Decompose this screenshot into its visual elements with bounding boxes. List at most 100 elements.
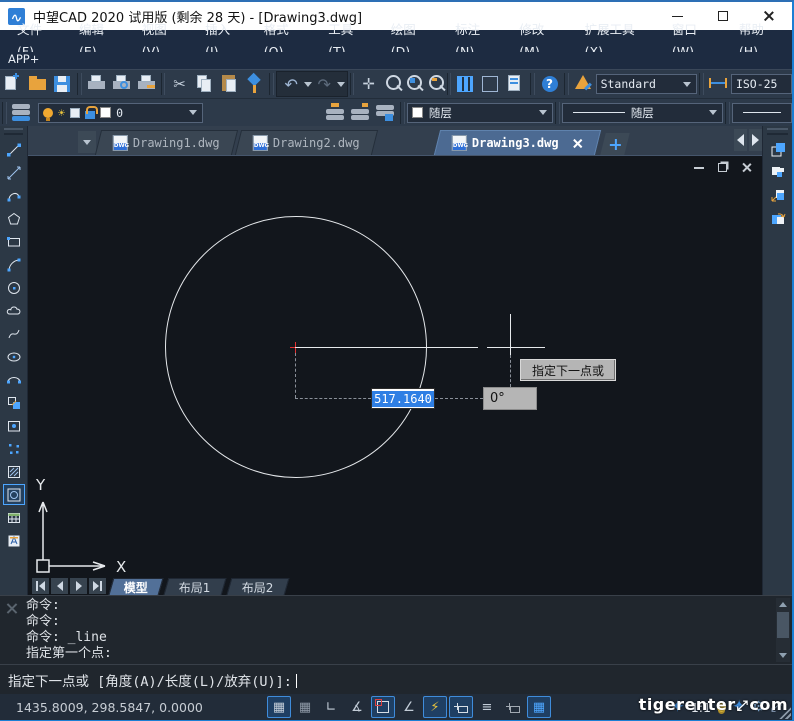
zoom-realtime-icon[interactable] xyxy=(381,72,402,96)
scroll-down-icon[interactable] xyxy=(776,649,790,662)
publish-icon[interactable] xyxy=(134,72,159,96)
object-tracking-toggle[interactable] xyxy=(397,696,421,718)
toolbar-grip[interactable] xyxy=(767,128,788,135)
layer-states-manager-icon[interactable] xyxy=(348,101,373,125)
format-painter-icon[interactable] xyxy=(242,72,267,96)
layer-manager-icon[interactable] xyxy=(478,72,503,96)
undo-icon[interactable] xyxy=(279,72,304,96)
fullscreen-icon[interactable] xyxy=(771,699,782,715)
layer-on-icon[interactable] xyxy=(43,108,53,118)
layer-plot-icon[interactable] xyxy=(70,108,80,118)
layer-states-icon[interactable] xyxy=(503,72,528,96)
new-tab-button[interactable] xyxy=(600,133,629,155)
color-combo[interactable]: 随层 xyxy=(407,103,553,123)
ellipse-icon[interactable] xyxy=(3,346,25,367)
zoom-window-icon[interactable] xyxy=(402,72,423,96)
help-icon[interactable] xyxy=(537,72,562,96)
tab-model[interactable]: 模型 xyxy=(109,578,164,595)
layer-previous-icon[interactable] xyxy=(323,101,348,125)
tab-drawing3-active[interactable]: DWG Drawing3.dwg xyxy=(434,130,601,155)
tab-drawing2[interactable]: DWG Drawing2.dwg xyxy=(235,130,378,155)
ortho-toggle[interactable] xyxy=(319,696,343,718)
polygon-icon[interactable] xyxy=(3,208,25,229)
scrollbar-thumb[interactable] xyxy=(777,612,789,638)
polar-tracking-toggle[interactable] xyxy=(345,696,369,718)
mdi-minimize-icon[interactable] xyxy=(694,167,704,169)
open-folder-icon[interactable] xyxy=(25,72,50,96)
navigation-icon[interactable] xyxy=(671,697,685,717)
command-history[interactable]: 命令: 命令: 命令: _line 指定第一个点: xyxy=(26,598,766,662)
scroll-up-icon[interactable] xyxy=(776,598,790,611)
drawing-canvas[interactable]: 指定下一点或 517.1640 0° Y X xyxy=(28,155,764,595)
command-close-icon[interactable] xyxy=(5,601,19,615)
tab-close-icon[interactable] xyxy=(572,138,583,149)
navigation-icon-2[interactable] xyxy=(732,697,746,717)
command-prompt[interactable]: 指定下一点或 [角度(A)/长度(L)/放弃(U)]: xyxy=(8,670,297,690)
mtext-icon[interactable] xyxy=(3,530,25,551)
layout-last-button[interactable] xyxy=(89,578,106,594)
zoom-previous-icon[interactable] xyxy=(424,72,445,96)
command-scrollbar[interactable] xyxy=(776,598,790,662)
layer-freeze-icon[interactable] xyxy=(58,106,65,120)
rectangle-icon[interactable] xyxy=(3,231,25,252)
tab-drawing1[interactable]: DWG Drawing1.dwg xyxy=(95,130,238,155)
linetype-combo[interactable]: 随层 xyxy=(562,103,723,123)
copy-icon[interactable] xyxy=(192,72,217,96)
dynamic-input-toggle[interactable] xyxy=(449,696,473,718)
isolate-bulb-icon[interactable] xyxy=(717,703,726,712)
revision-cloud-icon[interactable] xyxy=(3,300,25,321)
circle-icon[interactable] xyxy=(3,277,25,298)
toolbar-grip[interactable] xyxy=(4,128,23,135)
copy-tool-icon[interactable] xyxy=(767,139,789,160)
point-icon[interactable] xyxy=(3,438,25,459)
mdi-close-icon[interactable] xyxy=(741,162,752,173)
tab-overflow-button[interactable] xyxy=(78,131,96,153)
layer-properties-manager-icon[interactable] xyxy=(9,101,34,125)
pan-icon[interactable] xyxy=(356,72,381,96)
grid-toggle[interactable] xyxy=(267,696,291,718)
workspace-toggle[interactable] xyxy=(527,696,551,718)
table-icon[interactable] xyxy=(3,507,25,528)
tab-scroll-right-button[interactable] xyxy=(749,129,762,151)
mdi-restore-icon[interactable] xyxy=(718,163,727,172)
lineweight-toggle[interactable] xyxy=(475,696,499,718)
plot-preview-icon[interactable] xyxy=(109,72,134,96)
layout-first-button[interactable] xyxy=(32,578,49,594)
object-snap-toggle[interactable] xyxy=(371,696,395,718)
spline-icon[interactable] xyxy=(3,323,25,344)
offset-tool-icon[interactable] xyxy=(767,185,789,206)
text-style-icon[interactable] xyxy=(571,72,596,96)
paste-block-icon[interactable] xyxy=(767,162,789,183)
redo-dropdown-icon[interactable] xyxy=(337,82,345,87)
tab-layout1[interactable]: 布局1 xyxy=(164,578,227,595)
save-icon[interactable] xyxy=(50,72,75,96)
paste-icon[interactable] xyxy=(217,72,242,96)
construction-line-icon[interactable] xyxy=(3,162,25,183)
layer-lock-icon[interactable] xyxy=(85,111,95,119)
cut-icon[interactable] xyxy=(167,72,192,96)
insert-block-icon[interactable] xyxy=(3,392,25,413)
layer-combo[interactable]: 0 xyxy=(38,103,203,123)
hatch-icon[interactable] xyxy=(3,461,25,482)
layer-properties-icon[interactable] xyxy=(453,72,478,96)
tab-scroll-left-button[interactable] xyxy=(734,129,747,151)
polyline-icon[interactable] xyxy=(3,185,25,206)
dynamic-input-field[interactable]: 517.1640 xyxy=(371,388,435,409)
arc-icon[interactable] xyxy=(3,254,25,275)
make-block-icon[interactable] xyxy=(3,415,25,436)
layout-next-button[interactable] xyxy=(70,578,87,594)
region-icon[interactable] xyxy=(3,484,25,505)
dim-style-combo[interactable]: ISO-25 xyxy=(731,74,792,94)
quick-properties-toggle[interactable] xyxy=(501,696,525,718)
menu-app-plus[interactable]: APP+ xyxy=(0,52,792,69)
lineweight-combo[interactable] xyxy=(732,103,792,123)
dynamic-ucs-toggle[interactable] xyxy=(423,696,447,718)
undo-dropdown-icon[interactable] xyxy=(304,82,312,87)
snap-toggle[interactable] xyxy=(293,696,317,718)
line-icon[interactable] xyxy=(3,139,25,160)
rotate-tool-icon[interactable] xyxy=(767,208,789,229)
ellipse-arc-icon[interactable] xyxy=(3,369,25,390)
settings-gear-icon[interactable] xyxy=(752,699,765,715)
plot-icon[interactable] xyxy=(84,72,109,96)
layout-prev-button[interactable] xyxy=(51,578,68,594)
